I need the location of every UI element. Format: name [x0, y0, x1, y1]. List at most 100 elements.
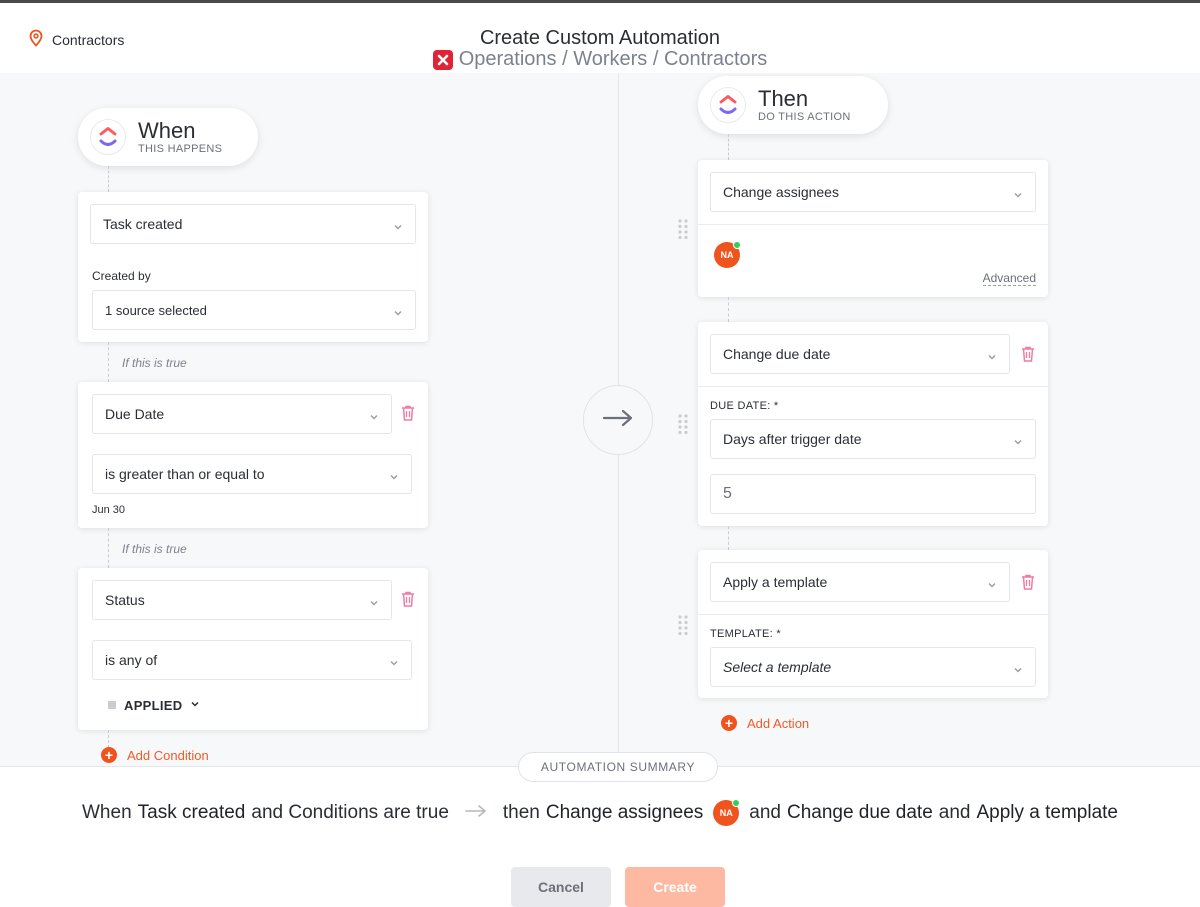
- drag-handle-icon[interactable]: [678, 615, 688, 636]
- action-select-value: Change assignees: [723, 184, 839, 200]
- action-select[interactable]: Change assignees: [710, 172, 1036, 212]
- chevron-down-icon: [987, 349, 997, 365]
- connector-line: [728, 297, 729, 322]
- when-header: When THIS HAPPENS: [78, 108, 258, 166]
- condition-operator-select[interactable]: is greater than or equal to: [92, 454, 412, 494]
- due-date-mode-select[interactable]: Days after trigger date: [710, 419, 1036, 459]
- summary-then: then: [502, 802, 540, 823]
- due-date-label: DUE DATE: *: [710, 400, 779, 412]
- clickup-logo-icon: [710, 87, 746, 123]
- drag-handle-icon[interactable]: [678, 219, 688, 240]
- action-card: Change assignees NA Advanced: [698, 160, 1048, 297]
- action-select-value: Apply a template: [723, 574, 828, 590]
- chevron-down-icon: [190, 696, 200, 714]
- cancel-button[interactable]: Cancel: [511, 867, 611, 907]
- delete-condition-trash-icon[interactable]: [400, 404, 416, 422]
- connector-line: [108, 730, 109, 748]
- arrow-right-icon: [602, 408, 634, 433]
- delete-action-trash-icon[interactable]: [1020, 573, 1036, 591]
- drag-handle-icon[interactable]: [678, 414, 688, 435]
- condition-date-value[interactable]: Jun 30: [92, 504, 125, 516]
- connector-line: [108, 528, 109, 568]
- delete-condition-trash-icon[interactable]: [400, 590, 416, 608]
- online-status-dot: [733, 241, 741, 249]
- condition-connector-label: If this is true: [122, 542, 187, 556]
- connector-line: [728, 526, 729, 550]
- avatar-initials: NA: [720, 250, 734, 260]
- chevron-down-icon: [389, 655, 399, 671]
- created-by-label: Created by: [92, 269, 151, 283]
- condition-connector-label: If this is true: [122, 356, 187, 370]
- chevron-down-icon: [1013, 187, 1023, 203]
- trigger-select[interactable]: Task created: [90, 204, 416, 244]
- delete-action-trash-icon[interactable]: [1020, 345, 1036, 363]
- plus-icon: +: [101, 747, 117, 763]
- action-card: Change due date DUE DATE: * Days after t…: [698, 322, 1048, 526]
- then-title: Then: [758, 86, 809, 111]
- condition-field-value: Status: [105, 592, 145, 608]
- action-select[interactable]: Apply a template: [710, 562, 1010, 602]
- status-value-dropdown[interactable]: APPLIED: [108, 696, 200, 714]
- condition-card: Due Date is greater than or equal to Jun…: [78, 382, 428, 528]
- condition-field-select[interactable]: Due Date: [92, 394, 392, 434]
- template-select[interactable]: Select a template: [710, 647, 1036, 687]
- summary-conditions: and Conditions are true: [251, 802, 449, 823]
- condition-card: Status is any of APPLIED: [78, 568, 428, 730]
- summary-assignee-avatar: NA: [713, 799, 741, 826]
- chevron-down-icon: [369, 595, 379, 611]
- action-select[interactable]: Change due date: [710, 334, 1010, 374]
- trigger-select-value: Task created: [103, 216, 183, 232]
- page-title: Create Custom Automation: [479, 27, 721, 49]
- summary-action-2: Change due date: [786, 802, 933, 823]
- then-subtitle: DO THIS ACTION: [758, 111, 851, 123]
- condition-operator-select[interactable]: is any of: [92, 640, 412, 680]
- summary-action-3: Apply a template: [976, 802, 1118, 823]
- online-status-dot: [732, 799, 741, 807]
- chevron-down-icon: [1013, 434, 1023, 450]
- clickup-logo-icon: [90, 119, 126, 155]
- summary-action-1: Change assignees: [545, 802, 704, 823]
- add-condition-label: Add Condition: [127, 747, 209, 763]
- add-action-label: Add Action: [747, 715, 810, 731]
- chevron-down-icon: [1013, 662, 1023, 678]
- summary-when: When: [82, 802, 132, 823]
- condition-operator-value: is any of: [105, 652, 158, 668]
- summary-and: and: [938, 802, 971, 823]
- source-select[interactable]: 1 source selected: [92, 290, 416, 330]
- template-select-placeholder: Select a template: [723, 659, 832, 675]
- summary-trigger: Task created: [137, 802, 246, 823]
- summary-avatar-initials: NA: [719, 808, 733, 818]
- hierarchy-path-text: Operations / Workers / Contractors: [458, 48, 768, 70]
- automation-summary-badge: AUTOMATION SUMMARY: [518, 752, 718, 782]
- assignee-avatar[interactable]: NA: [714, 241, 741, 268]
- chevron-down-icon: [389, 469, 399, 485]
- condition-field-select[interactable]: Status: [92, 580, 392, 620]
- card-separator: [698, 614, 1048, 615]
- status-color-swatch: [108, 701, 116, 709]
- source-select-value: 1 source selected: [105, 302, 207, 318]
- template-label: TEMPLATE: *: [710, 628, 781, 640]
- connector-line: [108, 166, 109, 192]
- chevron-down-icon: [369, 409, 379, 425]
- flow-arrow: [583, 385, 653, 455]
- condition-field-value: Due Date: [105, 406, 165, 422]
- chevron-down-icon: [393, 219, 403, 235]
- chevron-down-icon: [393, 305, 403, 321]
- days-input-value: 5: [723, 485, 732, 502]
- space-icon: [432, 49, 453, 70]
- add-action-button[interactable]: + Add Action: [721, 715, 809, 731]
- header: Contractors Create Custom Automation Ope…: [0, 3, 1200, 73]
- advanced-link[interactable]: Advanced: [982, 271, 1036, 286]
- chevron-down-icon: [987, 577, 997, 593]
- action-select-value: Change due date: [723, 346, 831, 362]
- create-button[interactable]: Create: [625, 867, 725, 907]
- hierarchy-path: Operations / Workers / Contractors: [0, 48, 1200, 71]
- trigger-card: Task created Created by 1 source selecte…: [78, 192, 428, 342]
- days-input[interactable]: 5: [710, 474, 1036, 514]
- arrow-right-icon: [465, 802, 487, 824]
- condition-operator-value: is greater than or equal to: [105, 466, 265, 482]
- when-subtitle: THIS HAPPENS: [138, 143, 223, 155]
- automation-summary: When Task created and Conditions are tru…: [0, 799, 1200, 826]
- when-title: When: [138, 118, 196, 143]
- add-condition-button[interactable]: + Add Condition: [101, 747, 209, 763]
